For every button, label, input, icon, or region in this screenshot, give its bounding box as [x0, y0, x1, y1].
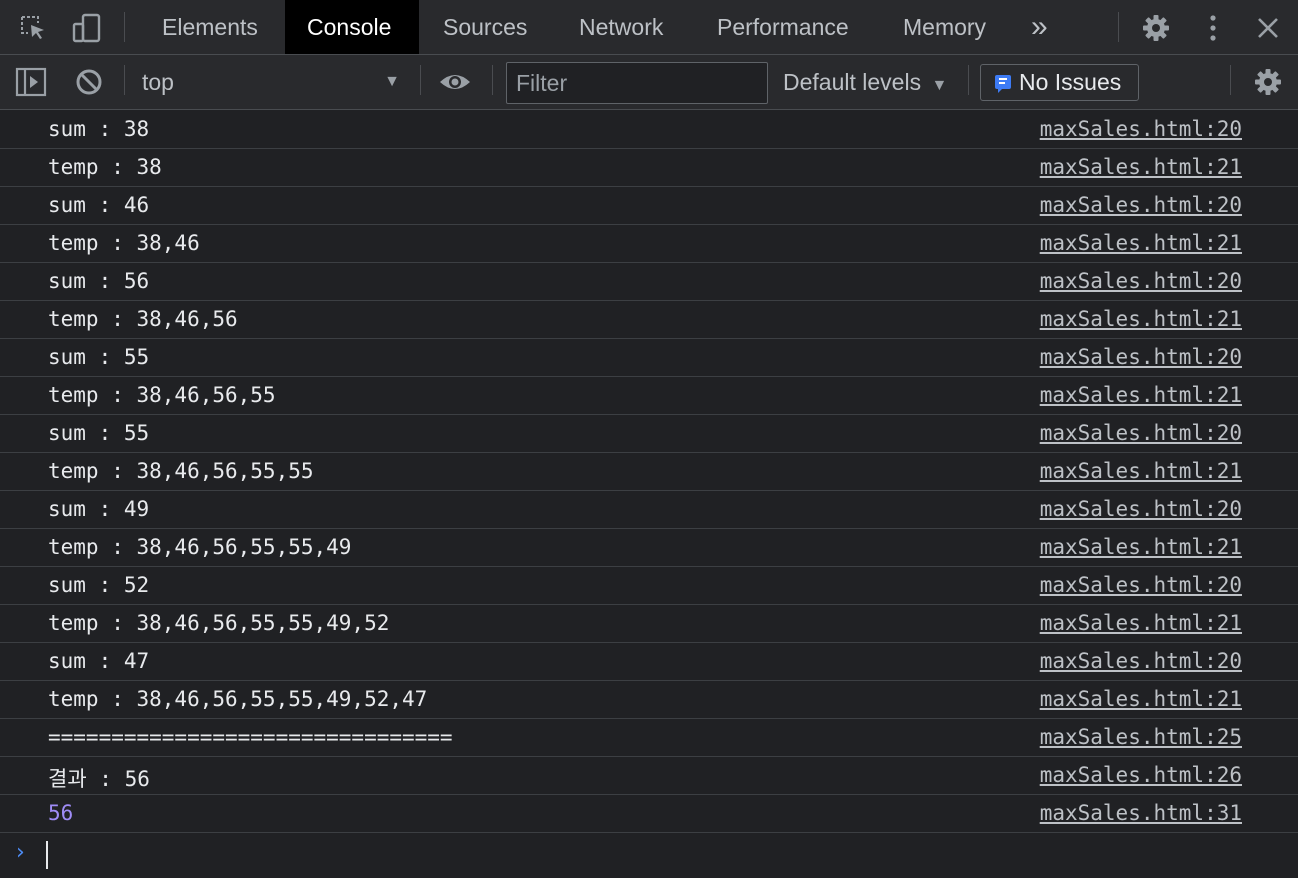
source-link[interactable]: maxSales.html:20 [1040, 193, 1242, 217]
console-message-text: sum : 56 [48, 269, 150, 293]
source-link[interactable]: maxSales.html:21 [1040, 307, 1242, 331]
live-expression-eye-icon[interactable] [438, 65, 472, 99]
divider [968, 65, 969, 95]
source-link[interactable]: maxSales.html:20 [1040, 497, 1242, 521]
console-message-row: temp : 38,46,56,55,55,49 maxSales.html:21 [0, 529, 1298, 567]
source-link[interactable]: maxSales.html:25 [1040, 725, 1242, 749]
console-message-row: temp : 38,46 maxSales.html:21 [0, 225, 1298, 263]
console-message-row: sum : 46 maxSales.html:20 [0, 187, 1298, 225]
tab-sources[interactable]: Sources [421, 0, 549, 54]
message-icon [995, 75, 1011, 93]
tab-console[interactable]: Console [285, 0, 419, 54]
tab-performance[interactable]: Performance [695, 0, 871, 54]
source-link[interactable]: maxSales.html:20 [1040, 117, 1242, 141]
close-icon[interactable] [1251, 11, 1285, 45]
console-message-text: temp : 38,46,56 [48, 307, 238, 331]
source-link[interactable]: maxSales.html:21 [1040, 687, 1242, 711]
filter-input[interactable] [506, 62, 768, 104]
console-message-row: ================================ maxSales… [0, 719, 1298, 757]
console-message-row: sum : 49 maxSales.html:20 [0, 491, 1298, 529]
console-message-row: sum : 52 maxSales.html:20 [0, 567, 1298, 605]
console-message-row: sum : 55 maxSales.html:20 [0, 415, 1298, 453]
console-message-row: 결과 : 56 maxSales.html:26 [0, 757, 1298, 795]
console-message-text: 56 [48, 801, 74, 825]
divider [420, 65, 421, 95]
source-link[interactable]: maxSales.html:21 [1040, 155, 1242, 179]
console-message-text: temp : 38,46 [48, 231, 200, 255]
console-message-text: 결과 : 56 [48, 767, 150, 791]
log-levels-label: Default levels [783, 69, 922, 95]
console-messages: sum : 38 maxSales.html:20 temp : 38 maxSale… [0, 111, 1298, 877]
console-message-row: temp : 38 maxSales.html:21 [0, 149, 1298, 187]
source-link[interactable]: maxSales.html:21 [1040, 231, 1242, 255]
console-message-text: temp : 38,46,56,55,55,49 [48, 535, 352, 559]
console-message-text: sum : 55 [48, 421, 150, 445]
console-toolbar: top ▼ Default levels ▼ No Issues [0, 55, 1298, 110]
divider [124, 12, 125, 42]
source-link[interactable]: maxSales.html:21 [1040, 611, 1242, 635]
divider [1230, 65, 1231, 95]
clear-console-icon[interactable] [72, 65, 106, 99]
inspect-element-icon[interactable] [16, 11, 50, 45]
sidebar-toggle-icon[interactable] [14, 65, 48, 99]
console-message-text: temp : 38,46,56,55,55 [48, 459, 314, 483]
vertical-dots-icon[interactable] [1196, 11, 1230, 45]
console-message-text: sum : 49 [48, 497, 150, 521]
source-link[interactable]: maxSales.html:20 [1040, 269, 1242, 293]
console-prompt: › [0, 833, 1298, 877]
console-message-row: sum : 55 maxSales.html:20 [0, 339, 1298, 377]
console-input[interactable] [46, 841, 1248, 869]
source-link[interactable]: maxSales.html:20 [1040, 649, 1242, 673]
chevron-double-right-icon[interactable]: » [1011, 0, 1068, 54]
tab-memory[interactable]: Memory [881, 0, 1008, 54]
console-message-text: sum : 46 [48, 193, 150, 217]
console-message-text: ================================ [48, 725, 453, 749]
console-message-text: sum : 47 [48, 649, 150, 673]
source-link[interactable]: maxSales.html:21 [1040, 459, 1242, 483]
console-message-row: temp : 38,46,56,55 maxSales.html:21 [0, 377, 1298, 415]
console-message-row: 56 maxSales.html:31 [0, 795, 1298, 833]
context-select-value: top [142, 69, 174, 95]
prompt-chevron-icon: › [16, 840, 25, 865]
console-message-text: sum : 52 [48, 573, 150, 597]
device-toolbar-icon[interactable] [70, 11, 104, 45]
source-link[interactable]: maxSales.html:21 [1040, 535, 1242, 559]
source-link[interactable]: maxSales.html:31 [1040, 801, 1242, 825]
source-link[interactable]: maxSales.html:20 [1040, 573, 1242, 597]
console-message-text: temp : 38,46,56,55 [48, 383, 276, 407]
console-settings-gear-icon[interactable] [1251, 65, 1285, 99]
divider [124, 65, 125, 95]
console-message-text: temp : 38 [48, 155, 162, 179]
divider [1118, 12, 1119, 42]
console-message-row: temp : 38,46,56 maxSales.html:21 [0, 301, 1298, 339]
caret-down-icon: ▼ [931, 77, 948, 94]
console-message-row: temp : 38,46,56,55,55 maxSales.html:21 [0, 453, 1298, 491]
console-message-text: sum : 38 [48, 117, 150, 141]
gear-icon[interactable] [1139, 11, 1173, 45]
issues-label: No Issues [1019, 69, 1122, 95]
console-message-row: temp : 38,46,56,55,55,49,52 maxSales.html… [0, 605, 1298, 643]
divider [492, 65, 493, 95]
context-select[interactable]: top ▼ [142, 65, 406, 99]
devtools-tab-bar: Elements Console Sources Network Perform… [0, 0, 1298, 55]
console-message-text: temp : 38,46,56,55,55,49,52 [48, 611, 390, 635]
source-link[interactable]: maxSales.html:21 [1040, 383, 1242, 407]
log-levels-dropdown[interactable]: Default levels ▼ [783, 65, 947, 99]
source-link[interactable]: maxSales.html:20 [1040, 421, 1242, 445]
console-message-row: sum : 56 maxSales.html:20 [0, 263, 1298, 301]
console-message-text: sum : 55 [48, 345, 150, 369]
tab-network[interactable]: Network [557, 0, 685, 54]
caret-down-icon: ▼ [384, 73, 400, 90]
tab-elements[interactable]: Elements [140, 0, 280, 54]
issues-button[interactable]: No Issues [980, 64, 1139, 101]
source-link[interactable]: maxSales.html:20 [1040, 345, 1242, 369]
console-message-row: sum : 47 maxSales.html:20 [0, 643, 1298, 681]
console-message-row: temp : 38,46,56,55,55,49,52,47 maxSales.h… [0, 681, 1298, 719]
console-message-text: temp : 38,46,56,55,55,49,52,47 [48, 687, 428, 711]
console-message-row: sum : 38 maxSales.html:20 [0, 111, 1298, 149]
source-link[interactable]: maxSales.html:26 [1040, 763, 1242, 787]
